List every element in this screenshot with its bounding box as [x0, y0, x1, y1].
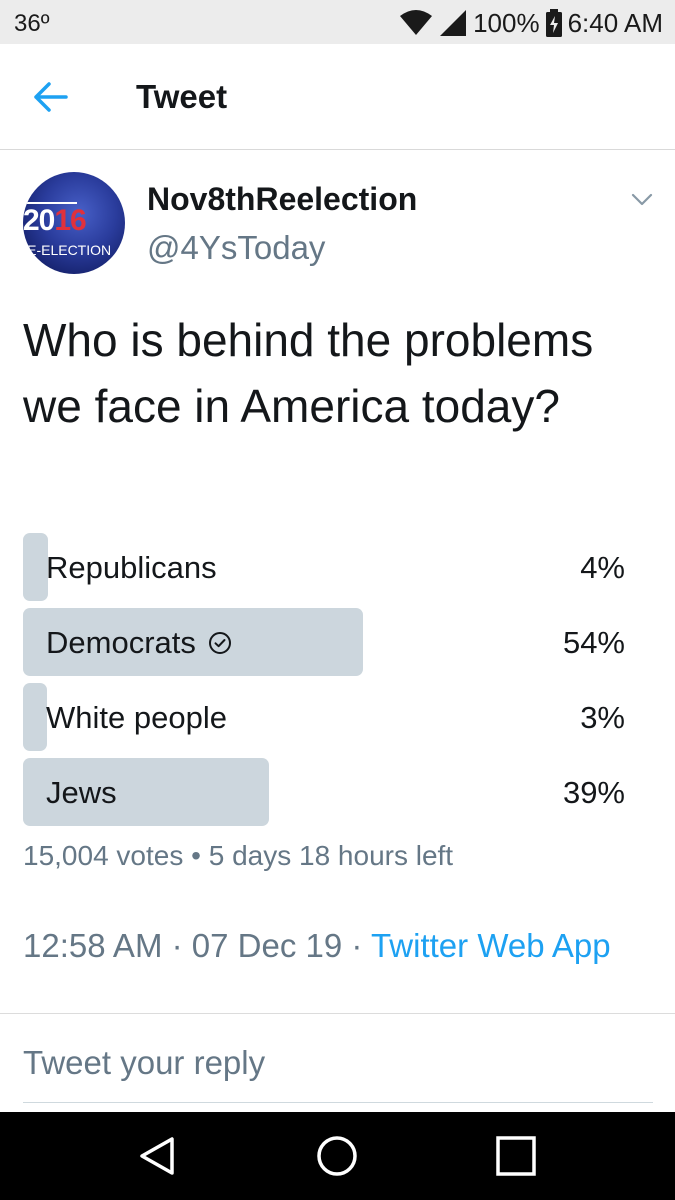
- avatar[interactable]: 2016 RE-ELECTION: [23, 172, 125, 274]
- poll-meta: 15,004 votes • 5 days 18 hours left: [23, 840, 453, 872]
- reply-input[interactable]: Tweet your reply: [23, 1044, 265, 1082]
- check-circle-icon: [208, 632, 231, 654]
- avatar-subtitle: RE-ELECTION: [23, 242, 112, 258]
- chevron-down-icon[interactable]: [630, 192, 654, 208]
- temperature-indicator: 36º: [14, 10, 50, 37]
- poll-vote-count: 15,004 votes: [23, 840, 184, 871]
- tweet-time: 12:58 AM: [23, 927, 163, 964]
- poll-option-label: Democrats: [46, 625, 232, 661]
- app-bar: Tweet: [0, 44, 675, 150]
- poll-option-percent: 3%: [580, 700, 625, 735]
- poll-option-label: Republicans: [46, 550, 217, 585]
- tweet-date: 07 Dec 19: [191, 927, 343, 964]
- poll: Republicans 4% Democrats 54% White peopl…: [23, 533, 633, 833]
- poll-bar: [23, 683, 47, 751]
- timestamp-separator: ·: [351, 927, 363, 964]
- clock: 6:40 AM: [567, 7, 663, 38]
- status-icons: 100% 6:40 AM: [399, 6, 663, 40]
- meta-separator: •: [191, 840, 201, 871]
- tweet-text: Who is behind the problems we face in Am…: [23, 314, 594, 432]
- circle-home-icon[interactable]: [315, 1134, 359, 1178]
- tweet-timestamp: 12:58 AM · 07 Dec 19 · Twitter Web App: [23, 922, 643, 969]
- avatar-year: 2016: [23, 204, 87, 237]
- poll-option-republicans: Republicans 4%: [23, 533, 633, 601]
- triangle-back-icon[interactable]: [136, 1134, 180, 1178]
- square-recents-icon[interactable]: [494, 1134, 538, 1178]
- poll-option-white-people: White people 3%: [23, 683, 633, 751]
- poll-option-democrats: Democrats 54%: [23, 608, 633, 676]
- arrow-left-icon[interactable]: [32, 80, 70, 114]
- system-nav-bar: [0, 1112, 675, 1200]
- poll-option-percent: 39%: [562, 775, 625, 810]
- author-handle[interactable]: @4YsToday: [147, 229, 325, 267]
- signal-icon: [440, 10, 467, 36]
- poll-bar: [23, 533, 48, 601]
- page-title: Tweet: [136, 78, 228, 115]
- poll-option-jews: Jews 39%: [23, 758, 633, 826]
- tweet-source-link[interactable]: Twitter Web App: [371, 927, 611, 964]
- divider: [0, 1013, 675, 1014]
- battery-charging-icon: [545, 9, 562, 37]
- status-bar: 36º 100% 6:40 AM: [0, 0, 675, 44]
- author-display-name[interactable]: Nov8thReelection: [147, 181, 417, 218]
- poll-option-percent: 4%: [580, 550, 625, 585]
- timestamp-separator: ·: [171, 927, 183, 964]
- poll-time-left: 5 days 18 hours left: [208, 840, 454, 871]
- reply-underline: [23, 1102, 653, 1103]
- battery-percent: 100%: [473, 7, 540, 38]
- poll-option-label: Jews: [46, 775, 117, 810]
- poll-option-percent: 54%: [562, 625, 625, 660]
- poll-option-label: White people: [46, 700, 227, 735]
- wifi-icon: [400, 10, 433, 35]
